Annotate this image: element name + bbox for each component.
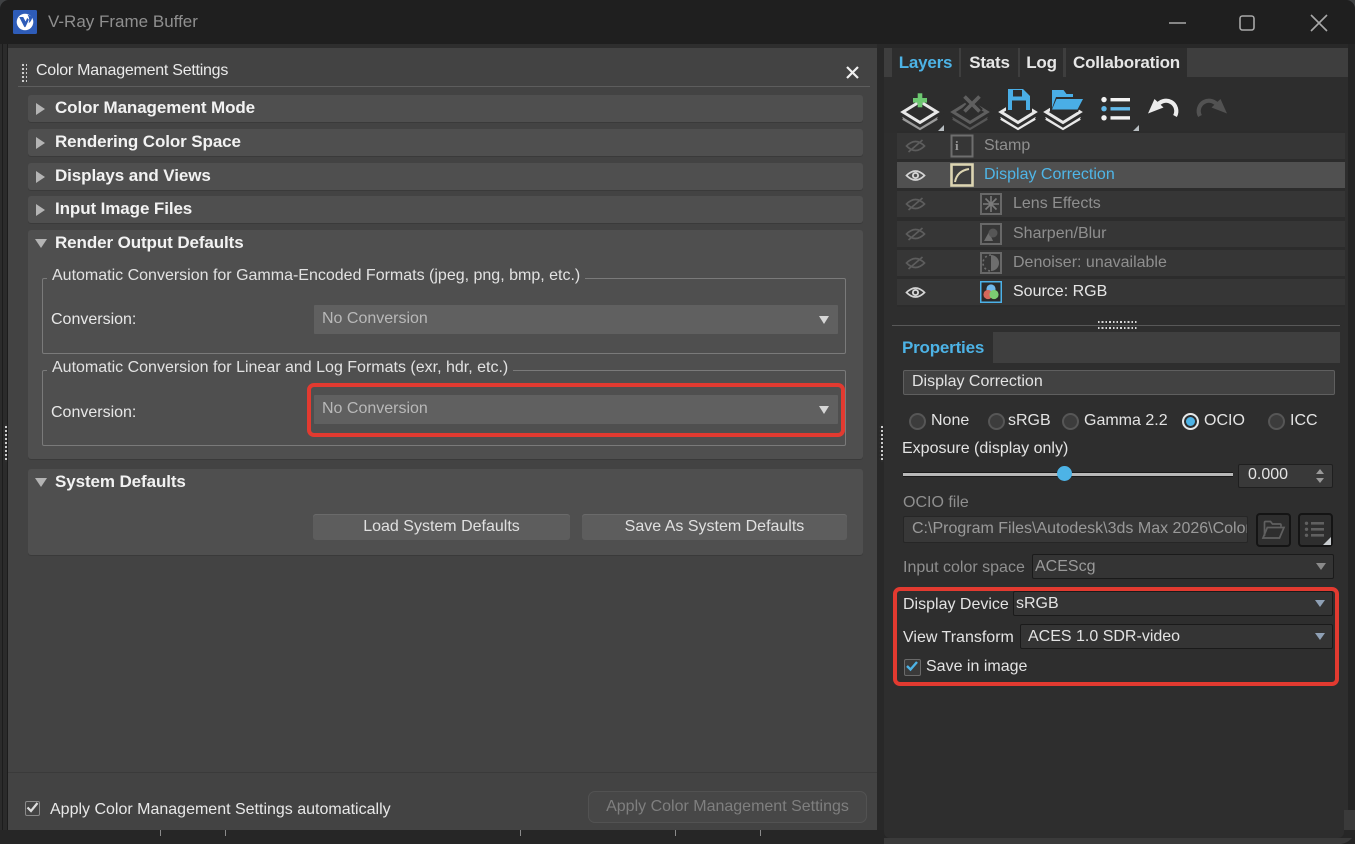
- svg-text:i: i: [955, 138, 959, 153]
